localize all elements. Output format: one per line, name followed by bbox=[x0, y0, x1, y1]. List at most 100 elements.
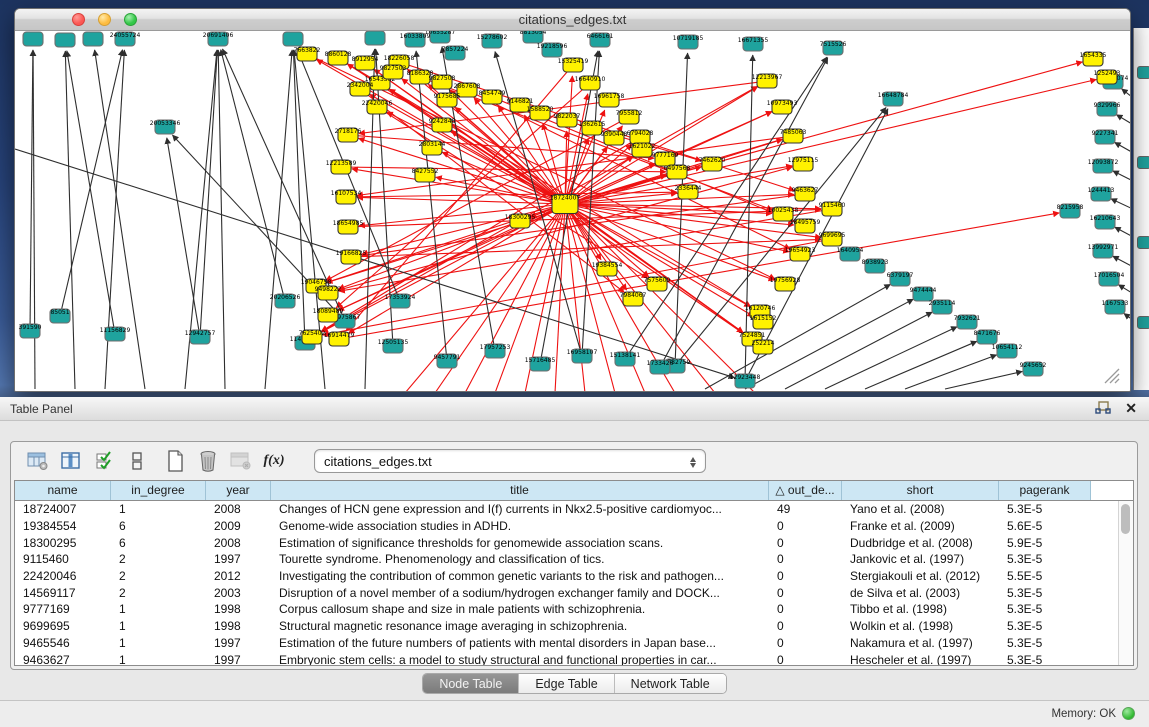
graph-node[interactable] bbox=[23, 32, 43, 46]
graph-node[interactable]: 12213967 bbox=[752, 74, 783, 88]
graph-node[interactable]: 12923448 bbox=[730, 374, 761, 388]
graph-node[interactable]: 9498222 bbox=[315, 286, 342, 300]
graph-node[interactable]: 9242848 bbox=[429, 118, 456, 132]
delete-button[interactable] bbox=[195, 448, 221, 474]
function-builder-button[interactable]: f(x) bbox=[261, 448, 287, 474]
graph-node[interactable]: 8813054 bbox=[520, 31, 547, 43]
graph-node[interactable]: 8215958 bbox=[1057, 204, 1084, 218]
graph-node[interactable]: 1640954 bbox=[837, 247, 864, 261]
network-canvas[interactable]: 2405572420691406106552871527860264661611… bbox=[15, 31, 1130, 391]
graph-node[interactable]: 2336444 bbox=[675, 185, 702, 199]
graph-node[interactable]: 19384554 bbox=[592, 262, 623, 276]
column-header-title[interactable]: title bbox=[271, 481, 769, 500]
graph-node[interactable]: 20053346 bbox=[150, 120, 181, 134]
graph-node[interactable]: 19218596 bbox=[537, 43, 568, 57]
table-row[interactable]: 969969511998Structural magnetic resonanc… bbox=[15, 618, 1118, 635]
graph-node[interactable]: 17353924 bbox=[385, 294, 416, 308]
graph-node[interactable]: 15716485 bbox=[525, 357, 556, 371]
graph-node[interactable]: 8860128 bbox=[325, 51, 352, 65]
graph-node[interactable]: 9827508 bbox=[429, 75, 456, 89]
graph-node[interactable]: 16671355 bbox=[738, 37, 769, 51]
table-settings-button[interactable] bbox=[25, 448, 51, 474]
graph-node[interactable]: 15138141 bbox=[610, 352, 641, 366]
graph-node[interactable]: 252214 bbox=[752, 340, 775, 354]
column-header-pagerank[interactable]: pagerank bbox=[999, 481, 1091, 500]
graph-node[interactable]: 18495759 bbox=[790, 219, 821, 233]
graph-node[interactable]: 9474444 bbox=[910, 287, 937, 301]
graph-node[interactable]: 1244413 bbox=[1088, 187, 1115, 201]
table-row[interactable]: 946554611997Estimation of the future num… bbox=[15, 635, 1118, 652]
graph-node[interactable]: 9699695 bbox=[819, 232, 846, 246]
graph-node[interactable]: 7955812 bbox=[616, 110, 643, 124]
network-table-select[interactable]: citations_edges.txt bbox=[314, 449, 706, 473]
window-titlebar[interactable]: citations_edges.txt bbox=[15, 9, 1130, 31]
column-select-button[interactable] bbox=[58, 448, 84, 474]
table-row[interactable]: 977716911998Corpus callosum shape and si… bbox=[15, 601, 1118, 618]
graph-node[interactable]: 9115460 bbox=[819, 202, 846, 216]
graph-node[interactable]: 11156829 bbox=[100, 327, 131, 341]
graph-node[interactable]: 1252493 bbox=[1094, 70, 1121, 84]
table-row[interactable]: 946362711997Embryonic stem cells: a mode… bbox=[15, 651, 1118, 666]
column-header-in_degree[interactable]: in_degree bbox=[111, 481, 206, 500]
graph-node[interactable] bbox=[365, 31, 385, 45]
close-panel-icon[interactable]: ✕ bbox=[1125, 400, 1137, 416]
graph-node[interactable]: 16640910 bbox=[575, 76, 606, 90]
column-header-year[interactable]: year bbox=[206, 481, 271, 500]
graph-node[interactable]: 9175685 bbox=[434, 93, 461, 107]
graph-node[interactable]: 1167533 bbox=[1102, 300, 1129, 314]
column-header-out_de[interactable]: △ out_de... bbox=[769, 481, 842, 500]
table-row[interactable]: 1872400712008Changes of HCN gene express… bbox=[15, 501, 1118, 518]
graph-node[interactable]: 1615152 bbox=[750, 315, 777, 329]
graph-node[interactable]: 9390448 bbox=[601, 131, 628, 145]
graph-node[interactable]: 16914479 bbox=[324, 332, 355, 346]
graph-node[interactable]: 1733426 bbox=[647, 360, 674, 374]
graph-node[interactable]: 7857224 bbox=[442, 46, 469, 60]
graph-node[interactable]: 85051 bbox=[50, 309, 70, 323]
graph-node[interactable]: 6379197 bbox=[887, 272, 914, 286]
graph-node[interactable] bbox=[55, 33, 75, 47]
checklist-button[interactable] bbox=[91, 448, 117, 474]
graph-node[interactable]: 391590 bbox=[19, 324, 42, 338]
graph-node[interactable]: 2342004 bbox=[347, 82, 374, 96]
graph-node[interactable]: 9245652 bbox=[1020, 362, 1047, 376]
scrollbar-thumb[interactable] bbox=[1121, 504, 1130, 534]
graph-node[interactable]: 7462620 bbox=[699, 157, 726, 171]
graph-node[interactable]: 6466161 bbox=[587, 33, 614, 47]
graph-node[interactable]: 9827503 bbox=[380, 65, 407, 79]
table-row[interactable]: 911546021997Tourette syndrome. Phenomeno… bbox=[15, 551, 1118, 568]
graph-hub-node[interactable]: 18724007 bbox=[550, 195, 581, 214]
graph-node[interactable]: 2935114 bbox=[929, 300, 956, 314]
graph-node[interactable]: 12505135 bbox=[378, 339, 409, 353]
graph-node[interactable]: 7984067 bbox=[620, 292, 647, 306]
tab-node-table[interactable]: Node Table bbox=[423, 674, 519, 693]
rows-button[interactable] bbox=[124, 448, 150, 474]
graph-node[interactable]: 16958107 bbox=[567, 349, 598, 363]
graph-node[interactable]: 8912954 bbox=[352, 56, 379, 70]
graph-node[interactable]: 6497568 bbox=[664, 165, 691, 179]
graph-node[interactable]: 2718176 bbox=[335, 128, 362, 142]
graph-node[interactable]: 22420046 bbox=[362, 100, 393, 114]
graph-node[interactable] bbox=[83, 32, 103, 46]
table-row[interactable]: 1456911722003Disruption of a novel membe… bbox=[15, 584, 1118, 601]
graph-node[interactable]: 10654112 bbox=[992, 344, 1023, 358]
graph-node[interactable]: 8427552 bbox=[412, 168, 439, 182]
graph-node[interactable]: 17016504 bbox=[1094, 272, 1125, 286]
graph-node[interactable]: 7575609 bbox=[644, 277, 671, 291]
table-scrollbar[interactable] bbox=[1118, 501, 1133, 665]
tab-network-table[interactable]: Network Table bbox=[615, 674, 726, 693]
graph-node[interactable]: 15325419 bbox=[558, 58, 589, 72]
resize-grip-icon[interactable] bbox=[1105, 369, 1119, 383]
graph-node[interactable]: 10719185 bbox=[673, 35, 704, 49]
graph-node[interactable]: 7663822 bbox=[294, 47, 321, 61]
column-header-name[interactable]: name bbox=[15, 481, 111, 500]
graph-node[interactable]: 20206526 bbox=[270, 294, 301, 308]
graph-node[interactable]: 16648784 bbox=[878, 92, 909, 106]
new-document-button[interactable] bbox=[162, 448, 188, 474]
graph-node[interactable]: 19654923 bbox=[785, 247, 816, 261]
graph-node[interactable]: 13992971 bbox=[1088, 244, 1119, 258]
graph-node[interactable]: 12975115 bbox=[788, 157, 819, 171]
graph-node[interactable]: 9329966 bbox=[1094, 102, 1121, 116]
graph-node[interactable]: 9822037 bbox=[554, 113, 581, 127]
graph-node[interactable]: 9777169 bbox=[652, 152, 679, 166]
table-row[interactable]: 1938455462009Genome-wide association stu… bbox=[15, 518, 1118, 535]
